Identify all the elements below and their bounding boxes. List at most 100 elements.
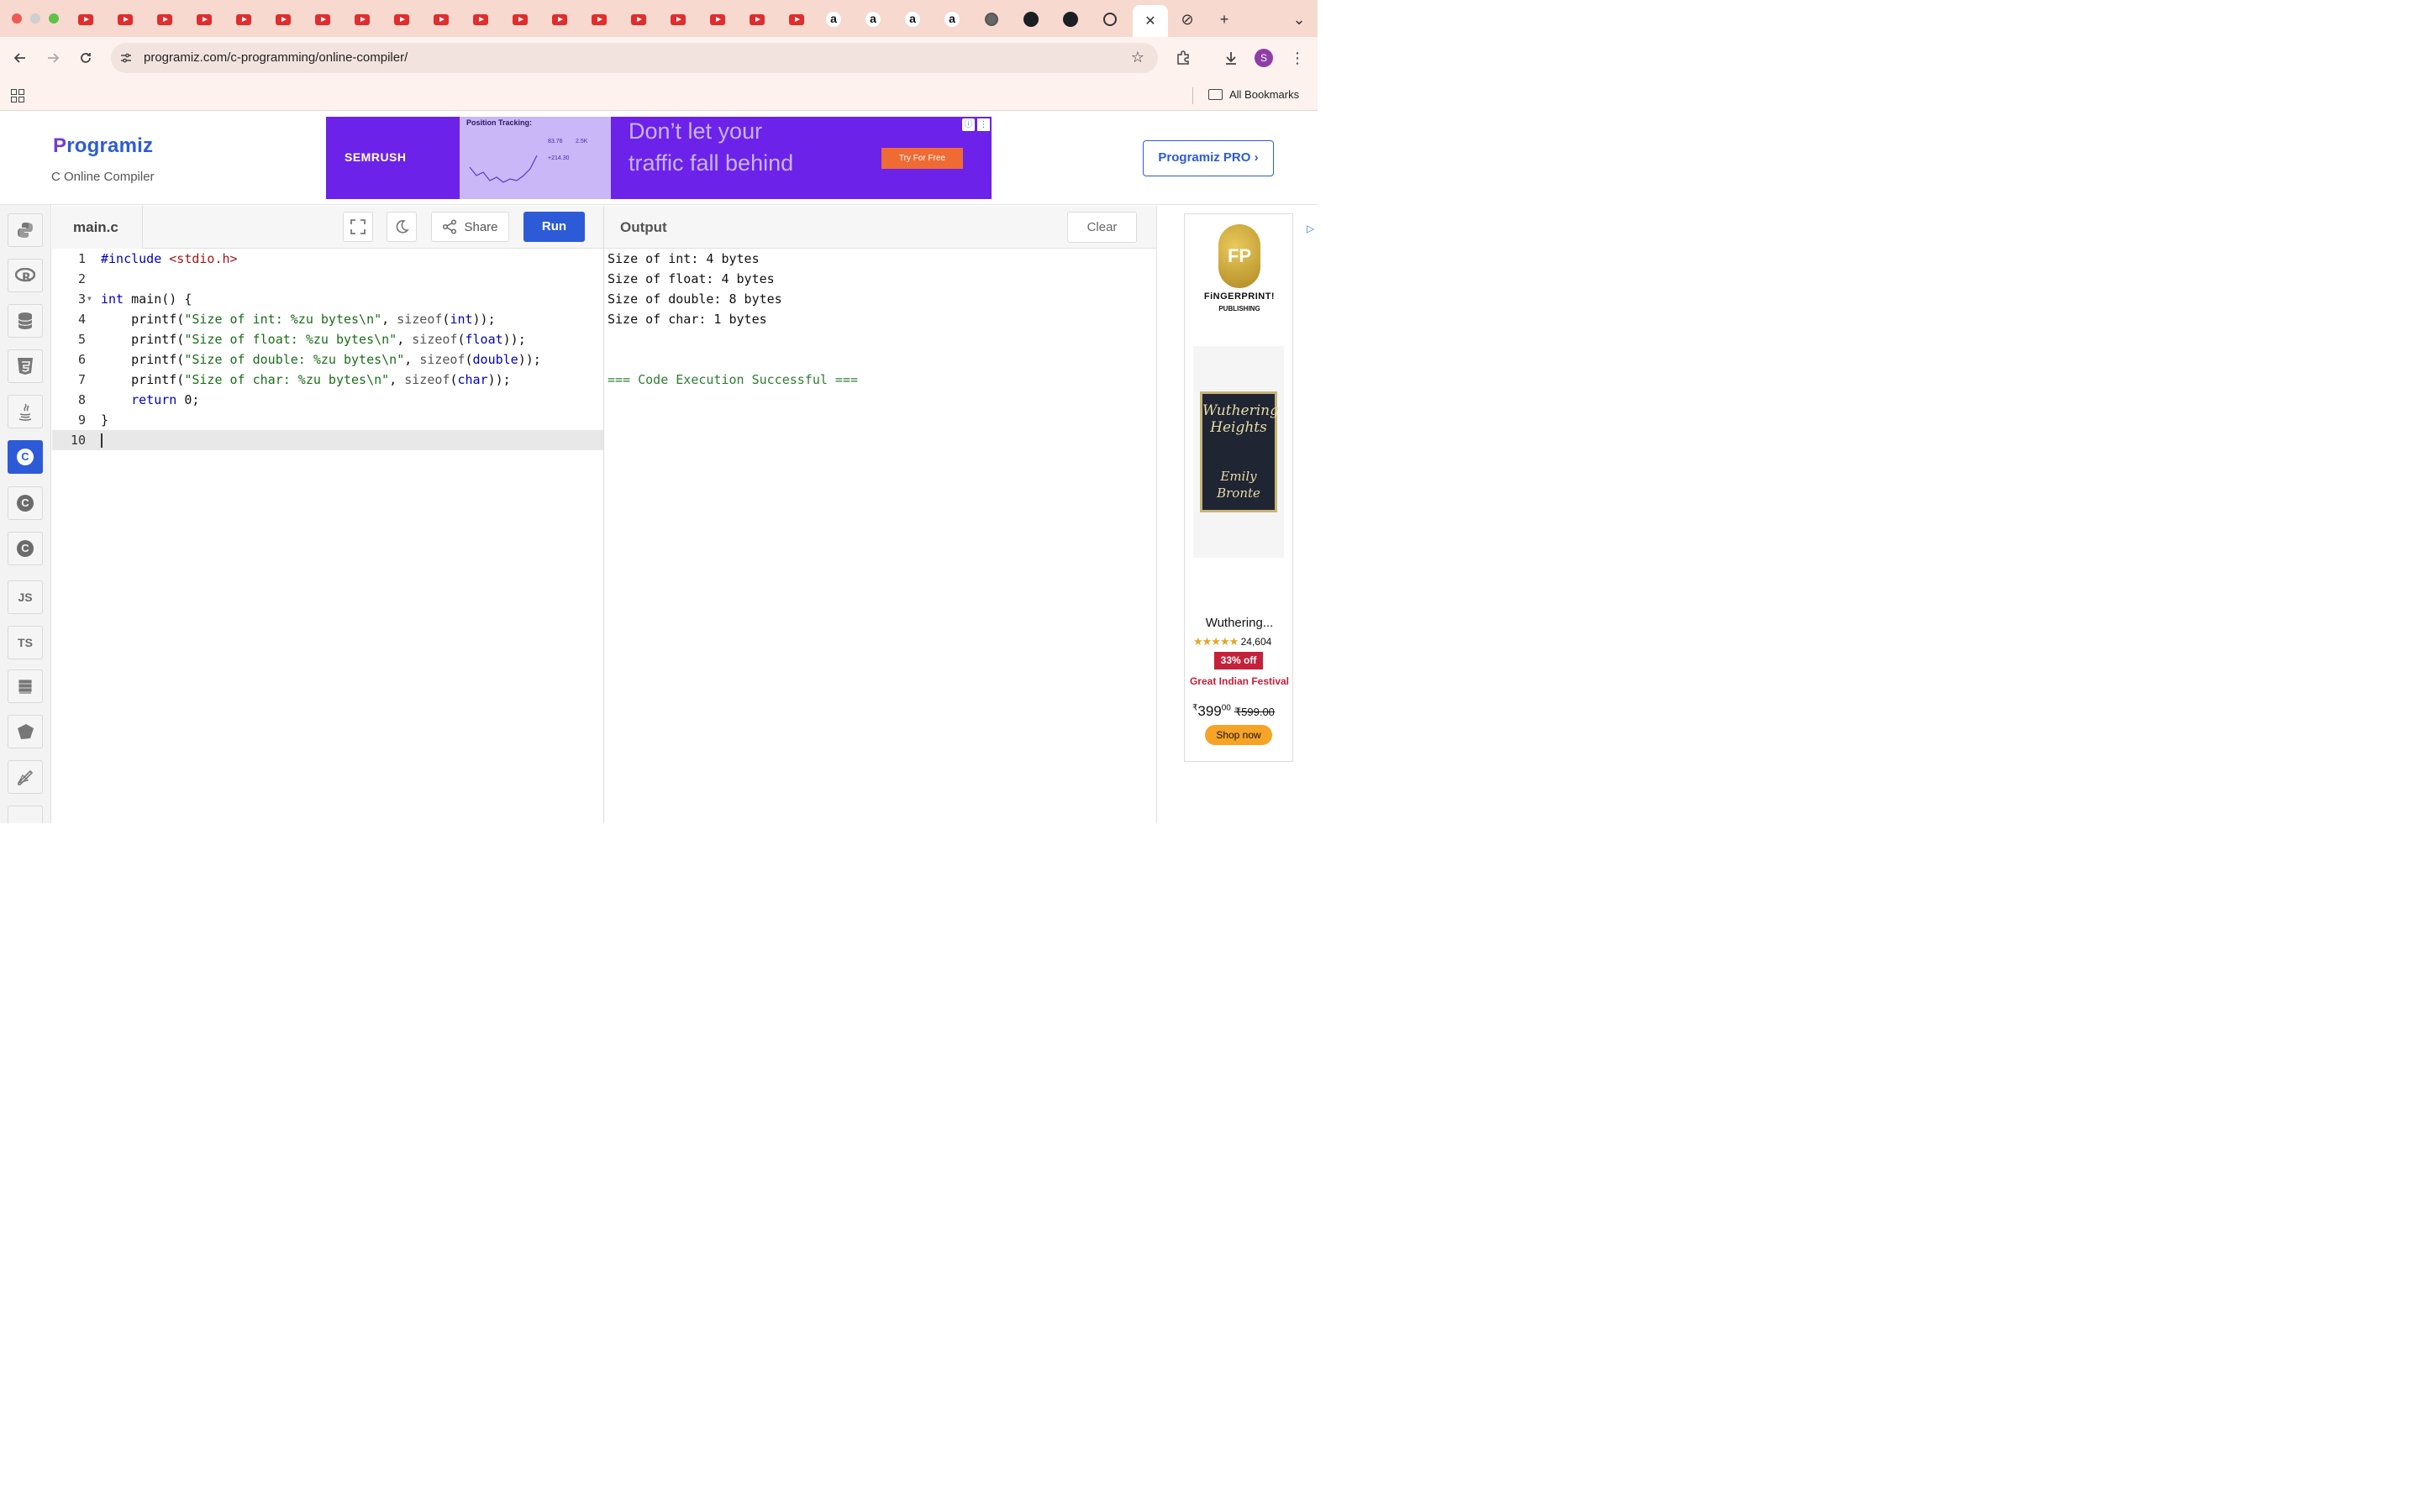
code-line[interactable]: 3 ▼ int main() { xyxy=(52,289,603,309)
back-button[interactable] xyxy=(9,47,31,69)
fullscreen-button[interactable] xyxy=(343,212,373,242)
all-bookmarks-button[interactable]: All Bookmarks xyxy=(1208,88,1299,101)
downloads-button[interactable] xyxy=(1220,47,1242,69)
lang-csharp[interactable] xyxy=(8,532,43,565)
tab-youtube[interactable] xyxy=(348,8,376,30)
tab-amazon[interactable]: a xyxy=(859,8,887,30)
tab-youtube[interactable] xyxy=(387,8,416,30)
adchoices-icon[interactable]: ▷ xyxy=(1307,223,1318,234)
lang-html[interactable] xyxy=(8,349,43,383)
tab-youtube[interactable] xyxy=(743,8,771,30)
tab-youtube[interactable] xyxy=(506,8,534,30)
code-line[interactable]: 1 #include <stdio.h> xyxy=(52,249,603,269)
tab-youtube[interactable] xyxy=(782,8,811,30)
tab-search-button[interactable]: ⌄ xyxy=(1288,8,1310,30)
side-ad[interactable]: ▷ FP FiNGERPRINT! PUBLISHING Wuthering H… xyxy=(1184,213,1314,762)
tab-youtube[interactable] xyxy=(703,8,732,30)
run-button[interactable]: Run xyxy=(523,212,585,242)
ad-cta-button[interactable]: Try For Free xyxy=(881,148,963,169)
tab-vercel[interactable]: ⊘ xyxy=(1176,8,1198,30)
programiz-logo[interactable]: Programiz xyxy=(53,134,153,158)
browser-menu-button[interactable]: ⋮ xyxy=(1286,47,1308,69)
lang-cpp[interactable] xyxy=(8,486,43,520)
ad-info-icon[interactable]: ⓘ xyxy=(962,118,975,131)
code-line[interactable]: 5 printf("Size of float: %zu bytes\n", s… xyxy=(52,329,603,349)
ad-menu-icon[interactable]: ⋮ xyxy=(977,118,990,131)
code-line[interactable]: 4 printf("Size of int: %zu bytes\n", siz… xyxy=(52,309,603,329)
youtube-icon xyxy=(789,13,804,25)
address-bar[interactable]: programiz.com/c-programming/online-compi… xyxy=(111,43,1158,73)
ad-brand: SEMRUSH xyxy=(345,150,407,164)
url-text[interactable]: programiz.com/c-programming/online-compi… xyxy=(144,50,408,65)
lang-go[interactable] xyxy=(8,669,43,703)
tab-youtube[interactable] xyxy=(427,8,455,30)
apps-grid-icon[interactable] xyxy=(11,89,24,102)
tab-youtube[interactable] xyxy=(308,8,337,30)
tab-youtube[interactable] xyxy=(190,8,218,30)
programiz-pro-button[interactable]: Programiz PRO › xyxy=(1143,140,1274,176)
code-line[interactable]: 7 printf("Size of char: %zu bytes\n", si… xyxy=(52,370,603,390)
product-title[interactable]: Wuthering... xyxy=(1185,616,1294,630)
site-settings-icon[interactable] xyxy=(119,51,133,65)
dark-mode-button[interactable] xyxy=(387,212,417,242)
tab-youtube[interactable] xyxy=(71,8,100,30)
tab-amazon[interactable]: a xyxy=(938,8,966,30)
share-button[interactable]: Share xyxy=(431,212,509,242)
code-line[interactable]: 9} xyxy=(52,410,603,430)
code-line[interactable]: 2 xyxy=(52,269,603,289)
file-tab[interactable]: main.c xyxy=(52,206,143,249)
publisher-sub: PUBLISHING xyxy=(1218,305,1260,312)
close-window-button[interactable] xyxy=(12,13,22,24)
code-line[interactable]: 6 printf("Size of double: %zu bytes\n", … xyxy=(52,349,603,370)
tab-youtube[interactable] xyxy=(545,8,574,30)
lang-c[interactable] xyxy=(8,440,43,474)
reload-button[interactable] xyxy=(75,47,97,69)
tab-youtube[interactable] xyxy=(466,8,495,30)
tab-youtube[interactable] xyxy=(624,8,653,30)
shop-now-button[interactable]: Shop now xyxy=(1205,725,1272,745)
lang-swift[interactable] xyxy=(8,715,43,748)
close-tab-icon[interactable]: ✕ xyxy=(1144,13,1155,29)
code-line[interactable]: 8 return 0; xyxy=(52,390,603,410)
bookmark-star-icon[interactable]: ☆ xyxy=(1131,49,1144,66)
deal-label: Great Indian Festival xyxy=(1189,675,1290,687)
tab-youtube[interactable] xyxy=(269,8,297,30)
clear-button[interactable]: Clear xyxy=(1067,212,1137,243)
tab-youtube[interactable] xyxy=(229,8,258,30)
tab-youtube[interactable] xyxy=(664,8,692,30)
profile-avatar[interactable]: S xyxy=(1255,49,1273,67)
minimize-window-button[interactable] xyxy=(30,13,40,24)
tab-amazon[interactable]: a xyxy=(898,8,927,30)
fold-toggle-icon[interactable]: ▼ xyxy=(87,289,92,309)
lang-javascript[interactable]: JS xyxy=(8,580,43,614)
tab-youtube[interactable] xyxy=(585,8,613,30)
tab-web[interactable] xyxy=(977,8,1006,30)
all-bookmarks-label: All Bookmarks xyxy=(1229,88,1300,101)
side-panel: ▷ FP FiNGERPRINT! PUBLISHING Wuthering H… xyxy=(1156,206,1318,823)
forward-button[interactable] xyxy=(42,47,64,69)
lang-python[interactable] xyxy=(8,213,43,247)
youtube-icon xyxy=(592,13,607,25)
lang-r[interactable]: R xyxy=(8,259,43,292)
code-editor[interactable]: 1 #include <stdio.h> 2 3 ▼ int main() {4 prin… xyxy=(52,249,603,823)
tab-amazon[interactable]: a xyxy=(819,8,848,30)
tab-chatgpt[interactable] xyxy=(1096,8,1124,30)
output-console: Size of int: 4 bytes Size of float: 4 byt… xyxy=(604,249,1156,823)
python-icon xyxy=(18,223,33,238)
zoom-window-button[interactable] xyxy=(49,13,59,24)
tab-active[interactable]: ✕ xyxy=(1133,5,1168,37)
lang-typescript[interactable]: TS xyxy=(8,626,43,659)
lang-java[interactable] xyxy=(8,395,43,428)
tab-github[interactable] xyxy=(1056,8,1085,30)
code-line[interactable]: 10 xyxy=(52,430,603,450)
lang-more[interactable] xyxy=(8,806,43,823)
tab-youtube[interactable] xyxy=(111,8,139,30)
lang-rust[interactable] xyxy=(8,760,43,794)
book-image[interactable]: Wuthering Heights Emily Bronte xyxy=(1193,346,1284,558)
lang-sql[interactable] xyxy=(8,304,43,338)
banner-ad[interactable]: SEMRUSH Position Tracking: 83.76 2.5K +2… xyxy=(326,117,992,199)
tab-github[interactable] xyxy=(1017,8,1045,30)
tab-youtube[interactable] xyxy=(150,8,179,30)
new-tab-button[interactable]: + xyxy=(1213,8,1235,30)
extensions-button[interactable] xyxy=(1172,47,1194,69)
